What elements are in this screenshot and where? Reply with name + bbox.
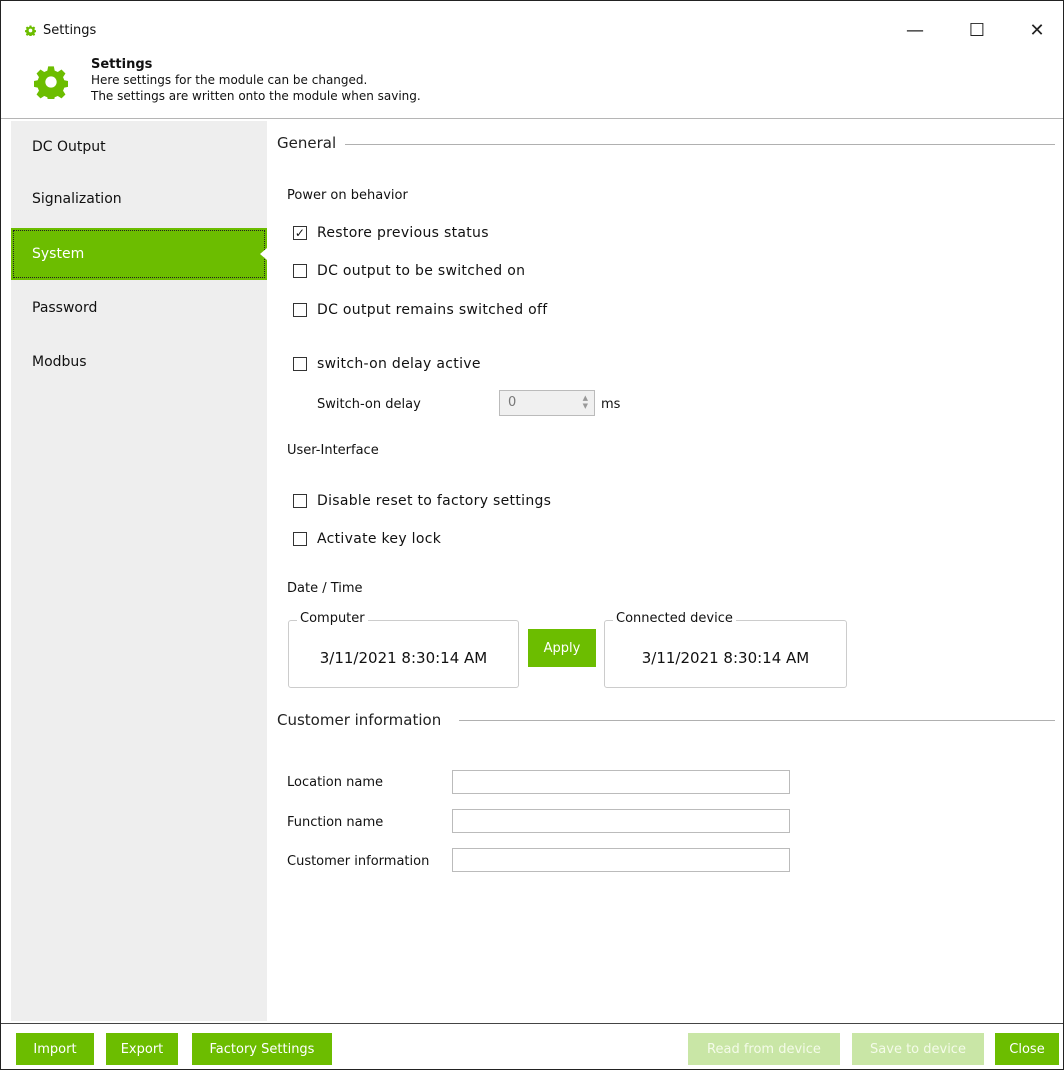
header-title: Settings — [91, 57, 153, 72]
settings-header: Settings Here settings for the module ca… — [1, 49, 1063, 119]
close-window-button[interactable]: ✕ — [1017, 15, 1057, 45]
sidebar-item-password[interactable]: Password — [11, 282, 267, 334]
checkbox-label: Activate key lock — [317, 531, 442, 547]
computer-legend: Computer — [297, 611, 368, 626]
sidebar-item-system[interactable]: System — [11, 228, 267, 280]
disable-factory-reset-checkbox[interactable]: Disable reset to factory settings — [293, 493, 551, 509]
read-from-device-button[interactable]: Read from device — [688, 1033, 840, 1065]
settings-window: Settings — ☐ ✕ Settings Here settings fo… — [0, 0, 1064, 1070]
device-time-box: Connected device 3/11/2021 8:30:14 AM — [604, 611, 847, 688]
sidebar-item-modbus[interactable]: Modbus — [11, 336, 267, 388]
active-indicator-icon — [260, 248, 267, 260]
system-settings-panel: General Power on behavior ✓ Restore prev… — [267, 121, 1063, 1021]
computer-time-value: 3/11/2021 8:30:14 AM — [319, 649, 488, 667]
customer-group-title: Customer information — [277, 711, 442, 729]
sidebar-item-label: System — [32, 246, 85, 262]
factory-settings-button[interactable]: Factory Settings — [192, 1033, 332, 1065]
header-description-line1: Here settings for the module can be chan… — [91, 73, 368, 87]
switch-on-delay-label: Switch-on delay — [317, 397, 421, 412]
delay-unit: ms — [601, 397, 621, 412]
general-group-title: General — [277, 134, 337, 152]
maximize-button[interactable]: ☐ — [957, 15, 997, 45]
sidebar-item-dc-output[interactable]: DC Output — [11, 121, 267, 173]
computer-time-box: Computer 3/11/2021 8:30:14 AM — [288, 611, 519, 688]
user-interface-label: User-Interface — [287, 443, 379, 458]
sidebar: DC Output Signalization System Password … — [11, 121, 267, 1021]
activate-key-lock-checkbox[interactable]: Activate key lock — [293, 531, 441, 547]
checkbox-label: Disable reset to factory settings — [317, 493, 552, 509]
checkbox-label: DC output remains switched off — [317, 302, 548, 318]
save-to-device-button[interactable]: Save to device — [852, 1033, 984, 1065]
function-name-input[interactable] — [452, 809, 790, 833]
apply-time-button[interactable]: Apply — [528, 629, 596, 667]
switch-on-delay-stepper[interactable]: 0 ▲ ▼ — [499, 390, 595, 416]
location-name-label: Location name — [287, 775, 383, 790]
device-time-value: 3/11/2021 8:30:14 AM — [641, 649, 810, 667]
gear-icon — [34, 66, 68, 99]
stepper-value: 0 — [508, 395, 517, 410]
import-button[interactable]: Import — [16, 1033, 94, 1065]
checkbox-checked-icon: ✓ — [293, 226, 307, 240]
window-title: Settings — [43, 23, 97, 38]
checkbox-icon — [293, 494, 307, 508]
device-legend: Connected device — [613, 611, 736, 626]
customer-information-input[interactable] — [452, 848, 790, 872]
stepper-arrows-icon[interactable]: ▲ ▼ — [583, 394, 588, 410]
dc-output-remains-off-checkbox[interactable]: DC output remains switched off — [293, 302, 547, 318]
header-description-line2: The settings are written onto the module… — [91, 89, 421, 103]
minimize-button[interactable]: — — [895, 15, 935, 45]
checkbox-label: switch-on delay active — [317, 356, 481, 372]
footer-divider — [1, 1023, 1063, 1024]
restore-previous-status-checkbox[interactable]: ✓ Restore previous status — [293, 225, 489, 241]
checkbox-icon — [293, 532, 307, 546]
customer-information-label: Customer information — [287, 854, 430, 869]
checkbox-label: DC output to be switched on — [317, 263, 526, 279]
general-divider — [345, 144, 1055, 145]
checkbox-label: Restore previous status — [317, 225, 489, 241]
checkbox-icon — [293, 264, 307, 278]
switch-on-delay-active-checkbox[interactable]: switch-on delay active — [293, 356, 481, 372]
sidebar-item-signalization[interactable]: Signalization — [11, 173, 267, 225]
dc-output-switched-on-checkbox[interactable]: DC output to be switched on — [293, 263, 525, 279]
power-on-label: Power on behavior — [287, 188, 408, 203]
checkbox-icon — [293, 303, 307, 317]
gear-icon — [25, 25, 36, 36]
date-time-label: Date / Time — [287, 581, 363, 596]
location-name-input[interactable] — [452, 770, 790, 794]
close-button[interactable]: Close — [995, 1033, 1059, 1065]
customer-divider — [459, 720, 1055, 721]
function-name-label: Function name — [287, 815, 384, 830]
title-bar: Settings — ☐ ✕ — [1, 1, 1063, 49]
export-button[interactable]: Export — [106, 1033, 178, 1065]
checkbox-icon — [293, 357, 307, 371]
